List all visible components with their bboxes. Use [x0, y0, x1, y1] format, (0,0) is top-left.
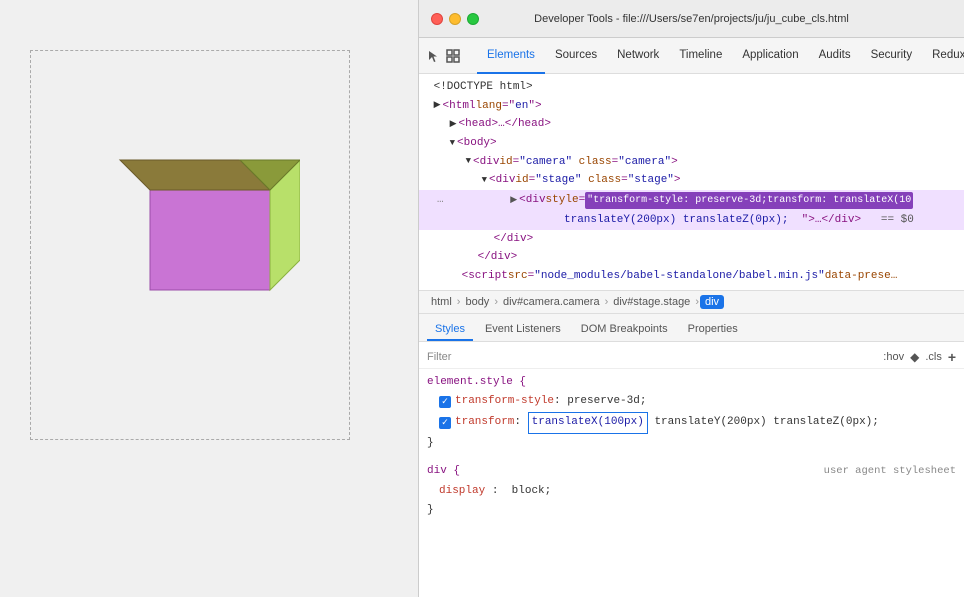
traffic-lights	[431, 13, 479, 25]
diamond-icon[interactable]: ◆	[910, 350, 919, 364]
div-selector-row: div { user agent stylesheet	[427, 462, 956, 482]
cube-3d	[80, 130, 280, 330]
cube-preview-panel	[0, 0, 418, 597]
tree-close-camera[interactable]: </div>	[419, 248, 964, 267]
maximize-button[interactable]	[467, 13, 479, 25]
tree-inner-div[interactable]: … ▶ <div style="transform-style: preserv…	[419, 190, 964, 211]
tree-camera-div[interactable]: ▼ <div id="camera" class="camera" >	[419, 153, 964, 172]
tab-network[interactable]: Network	[607, 38, 669, 74]
minimize-button[interactable]	[449, 13, 461, 25]
elements-panel: <!DOCTYPE html> ▶ <html lang="en"> ▶ <he…	[419, 74, 964, 597]
cls-button[interactable]: .cls	[925, 351, 942, 363]
style-value-highlight: "transform-style: preserve-3d;transform:…	[585, 192, 913, 209]
window-title: Developer Tools - file:///Users/se7en/pr…	[534, 13, 849, 25]
filter-label: Filter	[427, 351, 451, 363]
add-style-button[interactable]: +	[948, 349, 956, 365]
cube-svg	[80, 130, 300, 330]
breadcrumb-html[interactable]: html	[427, 296, 456, 308]
element-style-close: }	[427, 434, 956, 454]
filter-row: Filter :hov ◆ .cls +	[419, 346, 964, 369]
tree-close-stage[interactable]: </div>	[419, 230, 964, 249]
transform-value-input[interactable]: translateX(100px)	[528, 412, 648, 434]
tab-redux[interactable]: Redux	[922, 38, 964, 74]
tree-html[interactable]: ▶ <html lang="en">	[419, 97, 964, 116]
breadcrumb-bar: html › body › div#camera.camera › div#st…	[419, 290, 964, 314]
collapse-inner-icon[interactable]: ▶	[510, 193, 517, 208]
tab-event-listeners[interactable]: Event Listeners	[477, 319, 569, 341]
collapse-body-icon[interactable]: ▼	[450, 136, 455, 151]
display-row: display : block;	[427, 482, 956, 502]
element-style-selector: element.style {	[427, 373, 956, 393]
breadcrumb-body[interactable]: body	[461, 296, 493, 308]
breadcrumb-stage[interactable]: div#stage.stage	[609, 296, 694, 308]
tab-timeline[interactable]: Timeline	[669, 38, 732, 74]
inspect-icon[interactable]	[445, 44, 461, 68]
breadcrumb-camera[interactable]: div#camera.camera	[499, 296, 604, 308]
collapse-camera-icon[interactable]: ▼	[466, 154, 471, 169]
panel-tabs: Styles Event Listeners DOM Breakpoints P…	[419, 314, 964, 342]
bottom-panel: Styles Event Listeners DOM Breakpoints P…	[419, 314, 964, 597]
user-agent-label: user agent stylesheet	[824, 462, 956, 482]
element-style-block: element.style { ✓ transform-style : pres…	[419, 369, 964, 458]
tree-script[interactable]: <script src="node_modules/babel-standalo…	[419, 267, 964, 286]
tree-head[interactable]: ▶ <head>…</head>	[419, 115, 964, 134]
nav-tabs: Elements Sources Network Timeline Applic…	[477, 38, 964, 74]
tab-application[interactable]: Application	[732, 38, 808, 74]
devtools-panel: Developer Tools - file:///Users/se7en/pr…	[418, 0, 964, 597]
tree-stage-div[interactable]: ▼ <div id="stage" class="stage" >	[419, 171, 964, 190]
titlebar: Developer Tools - file:///Users/se7en/pr…	[419, 0, 964, 38]
tab-properties[interactable]: Properties	[680, 319, 746, 341]
collapse-head-icon[interactable]: ▶	[450, 117, 457, 132]
transform-row: ✓ transform : translateX(100px) translat…	[427, 412, 956, 434]
html-tree: <!DOCTYPE html> ▶ <html lang="en"> ▶ <he…	[419, 74, 964, 290]
collapse-html-icon[interactable]: ▶	[434, 98, 441, 113]
tab-security[interactable]: Security	[861, 38, 923, 74]
main-toolbar: Elements Sources Network Timeline Applic…	[419, 38, 964, 74]
tab-elements[interactable]: Elements	[477, 38, 545, 74]
tab-dom-breakpoints[interactable]: DOM Breakpoints	[573, 319, 676, 341]
checkbox-transform[interactable]: ✓	[439, 417, 451, 429]
checkbox-transform-style[interactable]: ✓	[439, 396, 451, 408]
side-handle: …	[427, 191, 448, 210]
breadcrumb-div-active[interactable]: div	[700, 295, 724, 309]
hov-button[interactable]: :hov	[883, 351, 904, 363]
div-block: div { user agent stylesheet display : bl…	[419, 458, 964, 525]
cursor-icon[interactable]	[427, 44, 441, 68]
tab-sources[interactable]: Sources	[545, 38, 607, 74]
close-button[interactable]	[431, 13, 443, 25]
filter-actions: :hov ◆ .cls +	[883, 349, 956, 365]
styles-panel: Filter :hov ◆ .cls + element.style { ✓	[419, 342, 964, 597]
tree-inner-div-continued[interactable]: translateY(200px) translateZ(0px); ">…</…	[419, 211, 964, 230]
tab-styles[interactable]: Styles	[427, 319, 473, 341]
transform-style-row: ✓ transform-style : preserve-3d;	[427, 392, 956, 412]
tree-body[interactable]: ▼ <body>	[419, 134, 964, 153]
tree-doctype[interactable]: <!DOCTYPE html>	[419, 78, 964, 97]
div-block-close: }	[427, 501, 956, 521]
collapse-stage-icon[interactable]: ▼	[482, 173, 487, 188]
tab-audits[interactable]: Audits	[809, 38, 861, 74]
